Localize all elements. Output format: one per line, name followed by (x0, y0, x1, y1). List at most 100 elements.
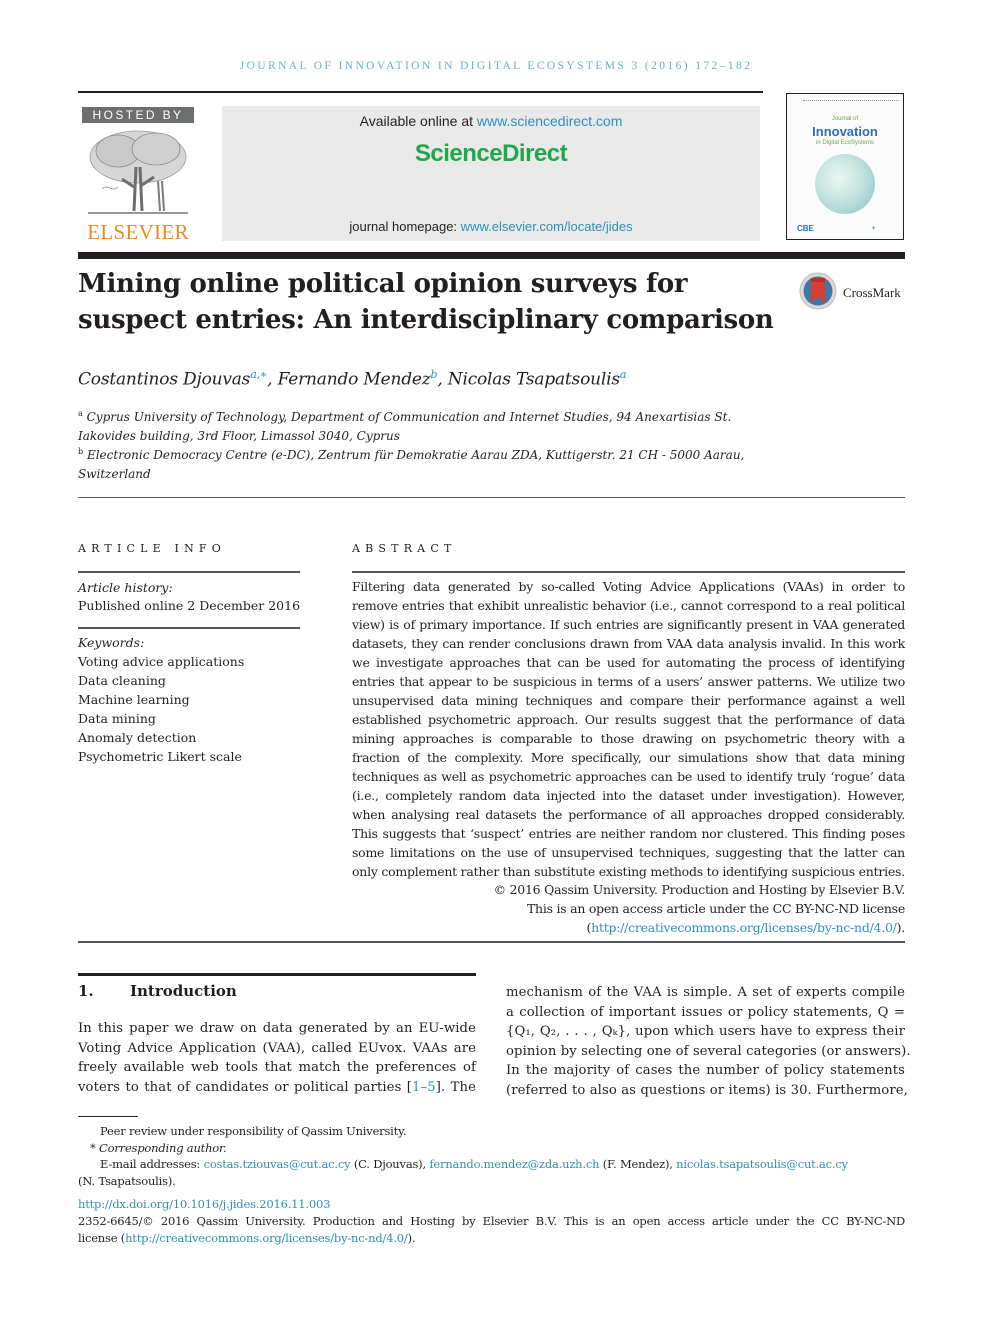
affiliation-mark: a (78, 409, 83, 418)
author-name[interactable]: Nicolas Tsapatsoulis (448, 370, 620, 390)
cover-top-line (803, 100, 899, 104)
affiliation-line: Cyprus University of Technology, Departm… (86, 410, 732, 424)
available-online-line: Available online at www.sciencedirect.co… (222, 113, 760, 129)
introduction-heading: 1. Introduction (78, 982, 237, 1000)
abstract-license-link[interactable]: http://creativecommons.org/licenses/by-n… (591, 920, 897, 935)
keyword-item: Data mining (78, 711, 156, 726)
journal-cover-thumbnail[interactable]: Journal of Innovation in Digital EcoSyst… (786, 93, 904, 240)
journal-homepage-prefix: journal homepage: (349, 219, 461, 234)
cover-title-line-3: in Digital EcoSystems (815, 140, 875, 146)
body-line: a collection of important issues or poli… (506, 1004, 905, 1020)
affiliation-line: Iakovides building, 3rd Floor, Limassol … (78, 429, 400, 443)
body-line: mechanism of the VAA is simple. A set of… (506, 985, 905, 1000)
abstract-copyright: © 2016 Qassim University. Production and… (493, 882, 906, 897)
abstract-bottom-rule (78, 941, 905, 943)
crossmark-icon[interactable] (799, 272, 837, 310)
available-online-prefix: Available online at (359, 113, 477, 129)
cover-title-line-1: Journal of (831, 116, 859, 122)
author-affiliation-mark[interactable]: b (431, 368, 438, 381)
license-suffix: ). (407, 1231, 416, 1245)
keyword-item: Psychometric Likert scale (78, 749, 242, 764)
article-info-rule (78, 571, 300, 573)
article-title: Mining online political opinion surveys … (78, 269, 774, 335)
cover-globe-icon (815, 154, 875, 214)
body-text: ]. The (435, 1079, 476, 1095)
author-affiliation-mark[interactable]: a,∗ (250, 368, 267, 381)
article-history-value: Published online 2 December 2016 (78, 598, 301, 613)
article-history-label: Article history: (78, 580, 173, 595)
doi-link[interactable]: http://dx.doi.org/10.1016/j.jides.2016.1… (78, 1197, 330, 1211)
footnote-rule (78, 1116, 138, 1117)
elsevier-tree-logo-icon (88, 130, 188, 214)
cover-title-line-2: Innovation (812, 124, 878, 139)
body-line: {Q₁, Q₂, . . . , Qₖ}, upon which users h… (506, 1024, 905, 1040)
sciencedirect-link[interactable]: www.sciencedirect.com (477, 113, 623, 129)
email-tail: (N. Tsapatsoulis). (78, 1174, 176, 1188)
body-line: (referred to also as questions or items)… (506, 1082, 908, 1098)
corresponding-author-text: Corresponding author. (99, 1141, 227, 1155)
elsevier-wordmark: ELSEVIER (87, 220, 189, 244)
abstract-rule (352, 571, 905, 573)
author-list: Costantinos Djouvasa,∗, Fernando Mendezb… (78, 368, 627, 390)
corresponding-mark: * (90, 1141, 96, 1155)
email-addresses-note: E-mail addresses: costas.tziouvas@cut.ac… (78, 1156, 930, 1173)
affiliation-line: Electronic Democracy Centre (e-DC), Zent… (86, 448, 745, 462)
keywords-list: Voting advice applications Data cleaning… (78, 652, 244, 766)
keywords-rule (78, 627, 300, 629)
section-title: Introduction (130, 982, 237, 1000)
keyword-item: Voting advice applications (78, 654, 245, 669)
abstract-heading: ABSTRACT (352, 542, 457, 555)
abstract-license-line: This is an open access article under the… (526, 901, 905, 916)
cover-publisher-mark-icon: ✦ (871, 226, 877, 232)
body-line: In the majority of cases the number of p… (506, 1063, 905, 1079)
email-owner: (C. Djouvas), (350, 1157, 430, 1171)
hosted-by-label: HOSTED BY (82, 107, 194, 123)
article-info-heading: ARTICLE INFO (78, 542, 226, 555)
issn-copyright-line: 2352-6645/© 2016 Qassim University. Prod… (78, 1214, 905, 1228)
introduction-left-column: In this paper we draw on data generated … (78, 1019, 476, 1097)
introduction-rule (78, 973, 476, 976)
email-link[interactable]: costas.tziouvas@cut.ac.cy (204, 1157, 351, 1171)
introduction-right-column: mechanism of the VAA is simple. A set of… (506, 983, 911, 1101)
journal-homepage-line: journal homepage: www.elsevier.com/locat… (222, 219, 760, 234)
doi-line: http://dx.doi.org/10.1016/j.jides.2016.1… (78, 1196, 908, 1213)
body-text: voters to that of candidates or politica… (78, 1079, 413, 1095)
author-name[interactable]: Fernando Mendez (278, 370, 431, 390)
header-bottom-rule (78, 252, 905, 259)
license-close-paren: ). (896, 920, 906, 935)
affiliation-b: b Electronic Democracy Centre (e-DC), Ze… (78, 442, 918, 484)
keywords-label: Keywords: (78, 635, 145, 650)
body-line: In this paper we draw on data generated … (78, 1021, 476, 1036)
header-top-rule (78, 91, 763, 93)
keyword-item: Anomaly detection (78, 730, 197, 745)
keyword-item: Machine learning (78, 692, 190, 707)
journal-homepage-link[interactable]: www.elsevier.com/locate/jides (461, 219, 633, 234)
author-affiliation-mark[interactable]: a (620, 368, 627, 381)
keyword-item: Data cleaning (78, 673, 166, 688)
body-line: Voting Advice Application (VAA), called … (78, 1040, 476, 1056)
footer-license-line: license (http://creativecommons.org/lice… (78, 1230, 908, 1247)
email-link[interactable]: fernando.mendez@zda.uzh.ch (429, 1157, 599, 1171)
citation-link[interactable]: 1–5 (412, 1080, 436, 1095)
body-line: opinion by selecting one of several cate… (506, 1043, 911, 1059)
cover-cbe-badge: CBE (797, 224, 814, 233)
email-label: E-mail addresses: (100, 1157, 204, 1171)
email-owner: (F. Mendez), (599, 1157, 677, 1171)
footer-license-link[interactable]: http://creativecommons.org/licenses/by-n… (125, 1231, 408, 1245)
running-head: Journal of Innovation in Digital Ecosyst… (239, 60, 753, 72)
author-name[interactable]: Costantinos Djouvas (78, 370, 250, 390)
crossmark-label[interactable]: CrossMark (843, 285, 901, 301)
corresponding-author-note: * Corresponding author. (78, 1140, 920, 1157)
section-number: 1. (78, 982, 94, 1000)
affiliation-mark: b (78, 447, 84, 456)
abstract-body: Filtering data generated by so-called Vo… (352, 579, 905, 879)
body-line-with-citation: voters to that of candidates or politica… (78, 1078, 476, 1098)
affiliation-line: Switzerland (78, 467, 151, 481)
affiliations-divider (78, 497, 905, 498)
email-link[interactable]: nicolas.tsapatsoulis@cut.ac.cy (676, 1157, 848, 1171)
peer-review-note: Peer review under responsibility of Qass… (100, 1124, 407, 1138)
abstract-license-link-line: (http://creativecommons.org/licenses/by-… (352, 918, 906, 937)
sciencedirect-logo: ScienceDirect (414, 140, 568, 167)
license-prefix: license ( (78, 1231, 126, 1245)
affiliation-a: a Cyprus University of Technology, Depar… (78, 404, 918, 446)
